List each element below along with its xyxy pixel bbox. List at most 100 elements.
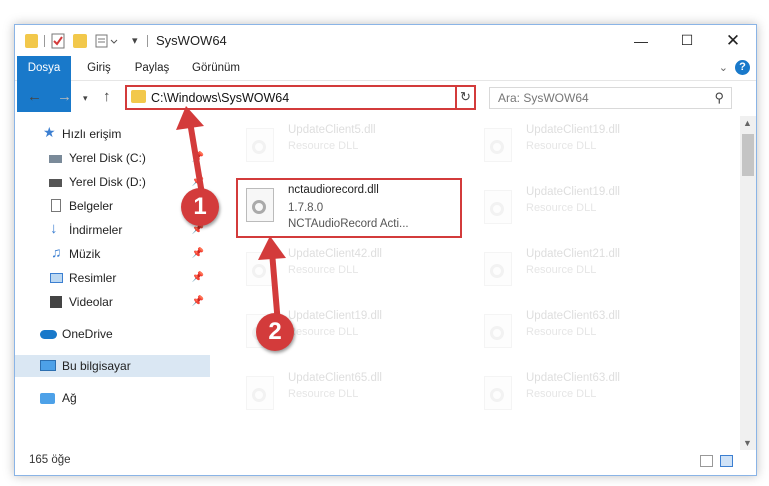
sidebar-item-label: Yerel Disk (C:) [69, 151, 146, 165]
file-name: UpdateClient65.dll [288, 372, 382, 384]
scrollbar-thumb[interactable] [742, 134, 754, 176]
dll-file-icon [484, 190, 512, 224]
search-placeholder: Ara: SysWOW64 [498, 91, 589, 105]
sidebar-item-label: OneDrive [62, 327, 113, 341]
sidebar-item-network[interactable]: Ağ [15, 387, 210, 409]
customize-qat-icon[interactable] [95, 33, 121, 51]
documents-icon [51, 199, 61, 212]
up-button[interactable]: ↑ [103, 88, 111, 105]
gear-icon [252, 140, 266, 154]
file-item[interactable]: UpdateClient19.dll Resource DLL [476, 182, 696, 238]
dll-file-icon [246, 376, 274, 410]
tab-share[interactable]: Paylaş [127, 56, 177, 80]
divider [44, 35, 45, 47]
computer-icon [40, 360, 56, 371]
file-item[interactable]: UpdateClient63.dll Resource DLL [476, 368, 696, 424]
status-bar: 165 öğe [15, 450, 756, 474]
tab-home[interactable]: Giriş [77, 56, 121, 80]
search-input[interactable]: Ara: SysWOW64 ⚲ [489, 87, 732, 109]
pin-icon[interactable]: 📌 [192, 243, 204, 265]
sidebar-item-onedrive[interactable]: OneDrive [15, 323, 210, 345]
file-description: Resource DLL [526, 326, 597, 338]
file-item[interactable]: UpdateClient65.dll Resource DLL [238, 368, 458, 424]
file-item[interactable]: UpdateClient21.dll Resource DLL [476, 244, 696, 300]
download-icon: ↓ [50, 220, 58, 237]
vertical-scrollbar[interactable]: ▲ ▼ [740, 116, 756, 450]
gear-icon [490, 202, 504, 216]
dll-file-icon [246, 188, 274, 222]
sidebar-item-label: Hızlı erişim [62, 127, 122, 141]
file-item[interactable]: UpdateClient5.dll Resource DLL [238, 120, 458, 176]
sidebar-item-pictures[interactable]: Resimler 📌 [15, 267, 210, 289]
search-icon[interactable]: ⚲ [714, 90, 724, 106]
divider [147, 35, 148, 47]
pictures-icon [50, 273, 63, 283]
sidebar-item-label: Resimler [69, 271, 117, 285]
folder-icon [131, 90, 146, 103]
gear-icon [252, 200, 266, 214]
gear-icon [490, 388, 504, 402]
minimize-button[interactable]: — [618, 25, 664, 56]
sidebar-item-this-pc[interactable]: Bu bilgisayar [15, 355, 210, 377]
address-row: ← → ▾ ↑ C:\Windows\SysWOW64 ⌄ ↻ Ara: Sys… [15, 81, 756, 115]
new-folder-icon[interactable] [73, 34, 87, 48]
gear-icon [490, 326, 504, 340]
drive-icon [49, 155, 62, 163]
item-count: 165 öğe [29, 454, 71, 466]
forward-button[interactable]: → [57, 88, 72, 105]
dll-file-icon [484, 376, 512, 410]
sidebar-item-label: Ağ [62, 391, 77, 405]
step-marker-2: 2 [256, 313, 294, 351]
gear-icon [490, 264, 504, 278]
file-description: Resource DLL [526, 388, 597, 400]
dll-file-icon [484, 252, 512, 286]
sidebar-item-videos[interactable]: Videolar 📌 [15, 291, 210, 313]
videos-icon [50, 296, 62, 308]
maximize-button[interactable]: ☐ [664, 25, 710, 56]
cloud-icon [40, 330, 57, 339]
sidebar-item-downloads[interactable]: ↓ İndirmeler 📌 [15, 219, 210, 241]
file-item-nctaudiorecord[interactable]: nctaudiorecord.dll 1.7.8.0 NCTAudioRecor… [236, 178, 462, 238]
file-name: UpdateClient63.dll [526, 310, 620, 322]
large-icons-view-icon[interactable] [720, 455, 733, 467]
sidebar-item-label: Müzik [69, 247, 101, 261]
file-name: UpdateClient19.dll [526, 186, 620, 198]
file-item[interactable]: UpdateClient63.dll Resource DLL [476, 306, 696, 362]
step-marker-1: 1 [181, 188, 219, 226]
dll-file-icon [246, 128, 274, 162]
refresh-button[interactable]: ↻ [455, 85, 476, 110]
tab-view[interactable]: Görünüm [184, 56, 248, 80]
file-item[interactable]: UpdateClient19.dll Resource DLL [476, 120, 696, 176]
pin-icon[interactable]: 📌 [192, 291, 204, 313]
scroll-up-icon[interactable]: ▲ [743, 118, 752, 128]
close-button[interactable]: ✕ [710, 25, 756, 56]
expand-ribbon-icon[interactable]: ⌄ [719, 61, 728, 74]
dll-file-icon [484, 128, 512, 162]
file-version: 1.7.8.0 [288, 202, 324, 214]
file-name: UpdateClient19.dll [526, 124, 620, 136]
file-description: Resource DLL [288, 140, 359, 152]
gear-icon [252, 388, 266, 402]
scroll-down-icon[interactable]: ▼ [743, 438, 752, 448]
explorer-window: ▾ SysWOW64 — ☐ ✕ Dosya Giriş Paylaş Görü… [14, 24, 757, 476]
back-button[interactable]: ← [27, 88, 42, 105]
file-name: nctaudiorecord.dll [288, 184, 379, 196]
window-title: SysWOW64 [156, 33, 227, 48]
details-view-icon[interactable] [700, 455, 713, 467]
sidebar-item-label: Videolar [69, 295, 113, 309]
gear-icon [490, 140, 504, 154]
qat-dropdown-icon[interactable]: ▾ [132, 34, 138, 52]
recent-locations-icon[interactable]: ▾ [83, 93, 88, 104]
title-bar: ▾ SysWOW64 — ☐ ✕ [15, 25, 756, 56]
help-icon[interactable]: ? [735, 60, 750, 75]
pin-icon[interactable]: 📌 [192, 267, 204, 289]
file-name: UpdateClient63.dll [526, 372, 620, 384]
sidebar-item-label: İndirmeler [69, 223, 123, 237]
dll-file-icon [484, 314, 512, 348]
network-icon [40, 393, 55, 404]
file-description: Resource DLL [288, 388, 359, 400]
ribbon: Dosya Giriş Paylaş Görünüm ⌄ ? [15, 56, 756, 112]
properties-icon[interactable] [51, 33, 65, 51]
folder-icon [25, 34, 38, 48]
sidebar-item-music[interactable]: ♫ Müzik 📌 [15, 243, 210, 265]
